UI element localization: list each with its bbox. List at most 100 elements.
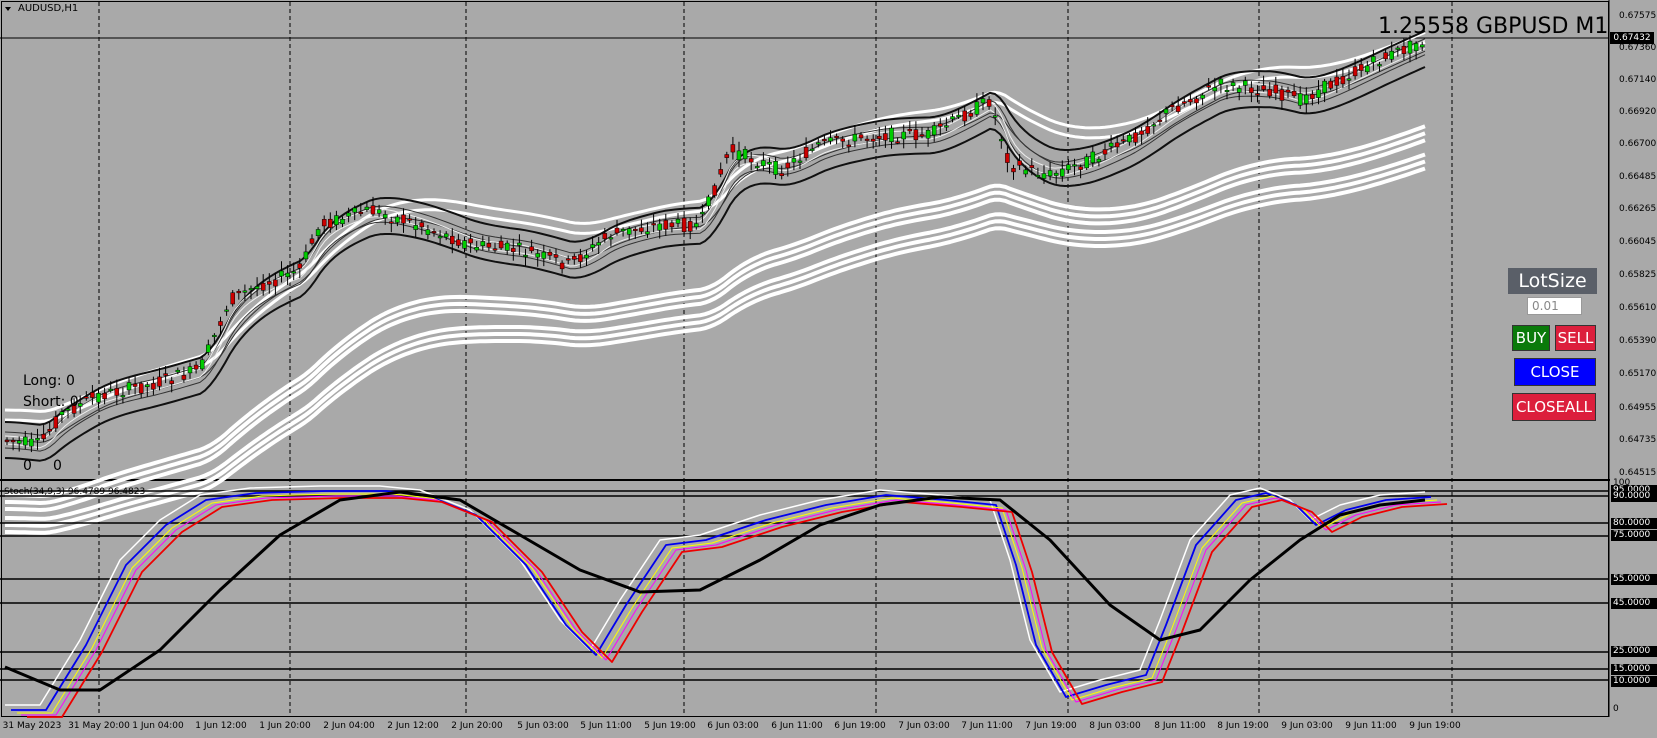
candle-body [1188,99,1193,103]
candle-body [1383,52,1388,60]
candle-body [169,380,174,384]
candle-body [321,219,327,227]
candle-body [755,166,760,169]
time-tick: 1 Jun 04:00 [132,721,184,731]
candle-body [1322,80,1327,93]
time-tick: 1 Jun 12:00 [195,721,247,731]
time-tick: 8 Jun 03:00 [1089,721,1141,731]
candle-body [773,161,778,175]
candle-body [974,101,980,115]
candle-body [254,286,260,289]
chart-menu-triangle-icon[interactable] [5,7,11,11]
stoch-level-label: 80.0000 [1611,518,1657,529]
candle-body [285,272,290,278]
time-tick: 8 Jun 11:00 [1154,721,1206,731]
candle-body [895,141,900,144]
candle-body [944,125,949,128]
candle-body [870,138,876,142]
candle-body [1163,108,1169,114]
close-button[interactable]: CLOSE [1514,358,1596,386]
candle-body [443,233,449,238]
candle-body [1066,164,1071,171]
candle-body [1371,56,1376,63]
candle-body [1169,104,1175,108]
candle-body [437,236,443,239]
candle-body [1334,76,1340,86]
candle-body [1005,153,1010,163]
candle-body [1249,87,1254,93]
price-tick: 0.67575 [1619,11,1657,21]
long-count-label: Long: 0 [23,373,75,389]
buy-button[interactable]: BUY [1512,325,1550,351]
candle-body [511,248,516,252]
time-tick: 8 Jun 19:00 [1217,721,1269,731]
candle-body [1413,43,1419,51]
candle-body [1114,142,1120,148]
candle-body [999,139,1004,142]
candle-body [1108,142,1114,147]
candle-body [803,147,809,158]
candle-body [413,225,418,230]
candle-body [1389,50,1394,60]
candle-body [267,281,272,285]
time-tick: 1 Jun 20:00 [259,721,311,731]
candle-body [980,98,986,104]
candle-body [346,212,351,217]
candle-body [1206,85,1211,88]
candle-body [163,373,168,376]
candle-body [407,218,412,221]
candle-body [132,383,138,387]
price-tick: 0.65390 [1619,336,1657,346]
stoch-signal [4,490,1426,692]
candle-body [1267,89,1272,97]
candle-body [120,395,126,398]
candle-body [480,241,486,247]
candle-body [1212,87,1218,92]
candle-body [260,282,266,291]
candle-body [486,243,492,248]
candle-body [96,393,101,403]
candle-body [193,364,199,370]
time-tick: 5 Jun 19:00 [644,721,696,731]
candle-body [992,115,998,118]
candle-body [370,205,376,215]
sell-button[interactable]: SELL [1555,325,1596,351]
candle-body [1224,89,1230,92]
price-tick: 0.67360 [1619,43,1657,53]
candle-body [1243,80,1248,86]
candle-body [761,160,766,167]
candle-body [602,233,608,240]
candle-body [1358,64,1364,71]
candle-body [334,215,339,225]
candle-body [901,131,906,140]
candle-body [968,113,974,117]
candle-body [1182,101,1187,104]
candle-body [1352,66,1358,77]
lot-size-input[interactable] [1527,297,1582,315]
candle-body [474,247,479,251]
candle-body [1175,105,1181,112]
candle-body [1310,94,1315,99]
candle-body [559,262,565,270]
upper-band-1 [4,41,1426,423]
candle-body [614,227,620,234]
candle-body [907,129,913,132]
closeall-button[interactable]: CLOSEALL [1512,393,1596,421]
bollinger-1 [4,66,1426,462]
candle-body [352,207,357,213]
stoch-level-label: 90.0000 [1611,491,1657,502]
candle-body [102,392,107,400]
candle-body [224,309,229,312]
candle-body [535,253,540,258]
candle-body [16,440,22,444]
zero-label-left: 0 [23,458,32,474]
short-count-label: Short: 0 [23,394,79,410]
stoch-bound-label: 100 [1613,478,1631,488]
price-chart[interactable] [0,0,1657,738]
zero-label-right: 0 [53,458,62,474]
candle-body [1419,44,1425,48]
stoch-white [5,485,1426,706]
price-tick: 0.66265 [1619,204,1657,214]
stoch-blue [11,490,1432,711]
candle-body [1047,170,1053,177]
